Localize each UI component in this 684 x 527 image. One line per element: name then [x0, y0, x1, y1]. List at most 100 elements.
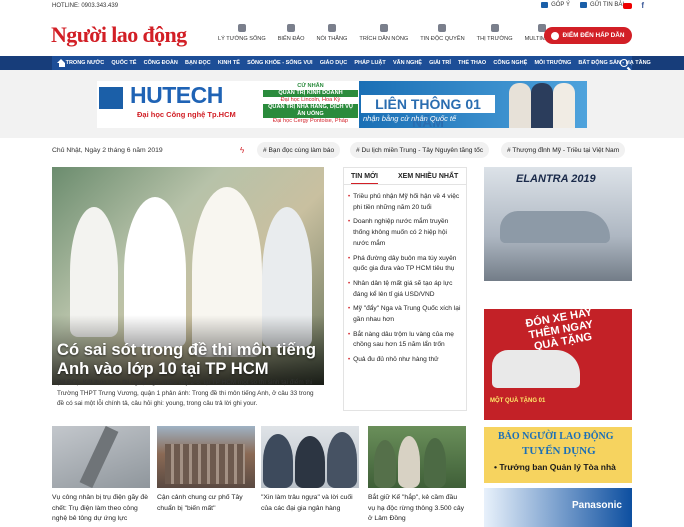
person-figure	[424, 438, 446, 488]
mic-icon	[379, 24, 388, 32]
ad-recruit-title: TUYỂN DỤNG	[522, 445, 596, 457]
cat-ly-tuong-song[interactable]: LÝ TƯỞNG SỐNG	[212, 24, 272, 42]
header: Người lao động LÝ TƯỞNG SỐNG BIẾN ĐẢO NÓ…	[0, 14, 684, 56]
bullet-icon: •	[348, 280, 351, 287]
banner-person	[531, 83, 553, 128]
list-item[interactable]: • Quả đu đủ nhỏ như hàng thử	[348, 355, 462, 366]
island-icon	[287, 24, 296, 32]
trending-tag[interactable]: # Bạn đọc cùng làm báo	[257, 142, 341, 158]
nav-kinh-te[interactable]: KINH TẾ	[214, 60, 243, 66]
pole-shape	[79, 426, 119, 488]
hutech-banner[interactable]: HUTECH Đại học Công nghệ Tp.HCM CỬ NHÂN …	[97, 81, 587, 128]
main-nav-bg: TRONG NƯỚC QUỐC TẾ CÔNG ĐOÀN BẠN ĐỌC KIN…	[0, 56, 684, 70]
submit-news-link[interactable]: GỬI TIN BÀI	[579, 2, 624, 8]
bullet-icon: •	[348, 194, 351, 200]
site-logo[interactable]: Người lao động	[51, 22, 187, 48]
hyundai-ad[interactable]: ELANTRA 2019	[484, 167, 632, 293]
card-image	[261, 426, 359, 488]
youtube-icon[interactable]	[623, 3, 632, 9]
banner-area: HUTECH Đại học Công nghệ Tp.HCM CỬ NHÂN …	[0, 70, 684, 138]
person-figure	[398, 436, 420, 488]
nav-quoc-te[interactable]: QUỐC TẾ	[108, 60, 140, 66]
banner-programs: CỬ NHÂN QUẢN TRỊ KINH DOANH Đại học Linc…	[263, 83, 358, 125]
search-icon[interactable]	[620, 59, 628, 67]
ad-footer	[484, 281, 632, 293]
ad-promo-note: MỘT QUÀ TẶNG 01	[490, 398, 546, 404]
list-item[interactable]: • Mỹ "đẩy" Nga và Trung Quốc xích lại gần…	[348, 304, 462, 325]
bullet-icon: •	[348, 306, 351, 313]
nav-giai-tri[interactable]: GIẢI TRÍ	[426, 60, 455, 66]
list-item[interactable]: • Bắt nàng dâu trộm lu vàng của mẹ chồng …	[348, 330, 462, 351]
top-links: GÓP Ý GỬI TIN BÀI	[541, 2, 624, 8]
bullet-icon: •	[348, 219, 351, 226]
card-title: "Xin làm trâu ngựa" và lời cuối của các …	[261, 494, 353, 512]
ad-paper-name: BÁO NGƯỜI LAO ĐỘNG	[498, 431, 614, 442]
nav-cong-doan[interactable]: CÔNG ĐOÀN	[140, 60, 181, 66]
list-item[interactable]: • Phá đường dây buôn ma túy xuyên quốc gi…	[348, 254, 462, 275]
list-item[interactable]: • Triều phủ nhận Mỹ hối hận về 4 việc phi…	[348, 192, 462, 213]
lead-story-title[interactable]: Có sai sót trong đề thi môn tiếng Anh và…	[57, 340, 317, 378]
trending-tag[interactable]: # Thượng đỉnh Mỹ - Triều tại Việt Nam	[501, 142, 626, 158]
nav-the-thao[interactable]: THỂ THAO	[454, 60, 489, 66]
pin-icon	[551, 31, 560, 40]
news-card[interactable]: "Xin làm trâu ngựa" và lời cuối của các …	[261, 426, 359, 514]
news-card[interactable]: Cận cảnh chung cư phố Tây chuẩn bị "biến…	[157, 426, 255, 514]
feedback-link[interactable]: GÓP Ý	[541, 2, 570, 8]
banner-headline: LIÊN THÔNG 01 NĂM	[361, 95, 495, 128]
tab-divider	[344, 184, 466, 185]
cat-trich-dan-nong[interactable]: TRÍCH DẪN NÓNG	[353, 24, 414, 42]
nav-trong-nuoc[interactable]: TRONG NƯỚC	[62, 60, 108, 66]
speech-icon	[327, 24, 336, 32]
card-image	[52, 426, 150, 488]
recruitment-ad[interactable]: BÁO NGƯỜI LAO ĐỘNG TUYỂN DỤNG • Trưởng b…	[484, 427, 632, 483]
nav-ban-doc[interactable]: BẠN ĐỌC	[181, 60, 214, 66]
nav-moi-truong[interactable]: MỖI TRƯỜNG	[531, 60, 575, 66]
news-box: TIN MỚI XEM NHIỀU NHẤT • Triều phủ nhận M…	[343, 167, 467, 411]
nav-bat-dong-san[interactable]: BẤT ĐỘNG SẢN - HẠ TẦNG	[575, 60, 655, 66]
tab-most-viewed[interactable]: XEM NHIỀU NHẤT	[398, 173, 458, 180]
banner-subline: nhận bằng cử nhân Quốc tế	[363, 114, 457, 123]
category-nav: LÝ TƯỞNG SỐNG BIẾN ĐẢO NÓI THẲNG TRÍCH D…	[212, 24, 565, 42]
feedback-icon	[541, 2, 549, 8]
list-item[interactable]: • Doanh nghiệp nước mắm truyền thống khôn…	[348, 217, 462, 249]
send-icon	[579, 2, 587, 8]
hutech-emblem	[99, 87, 123, 109]
star-icon	[438, 24, 447, 32]
tab-latest[interactable]: TIN MỚI	[351, 173, 378, 185]
main-nav: TRONG NƯỚC QUỐC TẾ CÔNG ĐOÀN BẠN ĐỌC KIN…	[52, 56, 651, 70]
nav-song-khoe[interactable]: SỐNG KHỎE - SỐNG VUI	[244, 60, 317, 66]
banner-brand: HUTECH	[130, 82, 223, 108]
ad-brand: Panasonic	[571, 500, 622, 511]
facebook-icon[interactable]: f	[641, 1, 644, 10]
banner-tagline: Đại học Công nghệ Tp.HCM	[137, 110, 236, 119]
cat-noi-thang[interactable]: NÓI THẲNG	[310, 24, 353, 42]
news-list: • Triều phủ nhận Mỹ hối hận về 4 việc phi…	[348, 192, 462, 370]
cat-tin-doc-quyen[interactable]: TIN ĐỘC QUYỀN	[414, 24, 470, 42]
bullet-icon: •	[348, 357, 351, 364]
honda-ad[interactable]: ĐÓN XE HAY THÊM NGAY QUÀ TẶNG MỘT QUÀ TẶ…	[484, 298, 632, 420]
nav-cong-nghe[interactable]: CÔNG NGHỆ	[490, 60, 531, 66]
ad-promo-text: ĐÓN XE HAY THÊM NGAY QUÀ TẶNG	[524, 306, 595, 353]
banner-promo: LIÊN THÔNG 01 NĂM nhận bằng cử nhân Quốc…	[359, 81, 587, 128]
card-title: Vụ công nhân bị trụ điện gãy đè chết: Tr…	[52, 494, 148, 522]
building-shape	[165, 444, 245, 484]
news-card[interactable]: Vụ công nhân bị trụ điện gãy đè chết: Tr…	[52, 426, 150, 525]
news-card[interactable]: Bắt giữ Kế "hắp", kẻ cầm đầu vụ hạ độc r…	[368, 426, 466, 525]
banner-person	[553, 83, 575, 128]
honda-logo-strip	[484, 298, 632, 309]
list-item[interactable]: • Nhân dân tệ mất giá sẽ tạo áp lực đáng …	[348, 279, 462, 300]
bulb-icon	[237, 24, 246, 32]
nav-phap-luat[interactable]: PHÁP LUẬT	[351, 60, 390, 66]
nav-giao-duc[interactable]: GIÁO DỤC	[316, 60, 351, 66]
nav-van-nghe[interactable]: VĂN NGHỆ	[389, 60, 425, 66]
card-title: Bắt giữ Kế "hắp", kẻ cầm đầu vụ hạ độc r…	[368, 494, 464, 522]
person-figure	[374, 440, 396, 488]
trending-tag[interactable]: # Du lịch miền Trung - Tây Nguyên tăng t…	[350, 142, 490, 158]
person-figure	[327, 432, 357, 488]
panasonic-ad[interactable]: Panasonic	[484, 488, 632, 527]
cat-bien-dao[interactable]: BIẾN ĐẢO	[272, 24, 311, 42]
car-image	[492, 350, 580, 388]
cat-thi-truong[interactable]: THỊ TRƯỜNG	[471, 24, 519, 42]
flame-icon: ϟ	[240, 146, 245, 155]
destination-button[interactable]: ĐIỂM ĐẾN HẤP DẪN	[544, 27, 632, 44]
